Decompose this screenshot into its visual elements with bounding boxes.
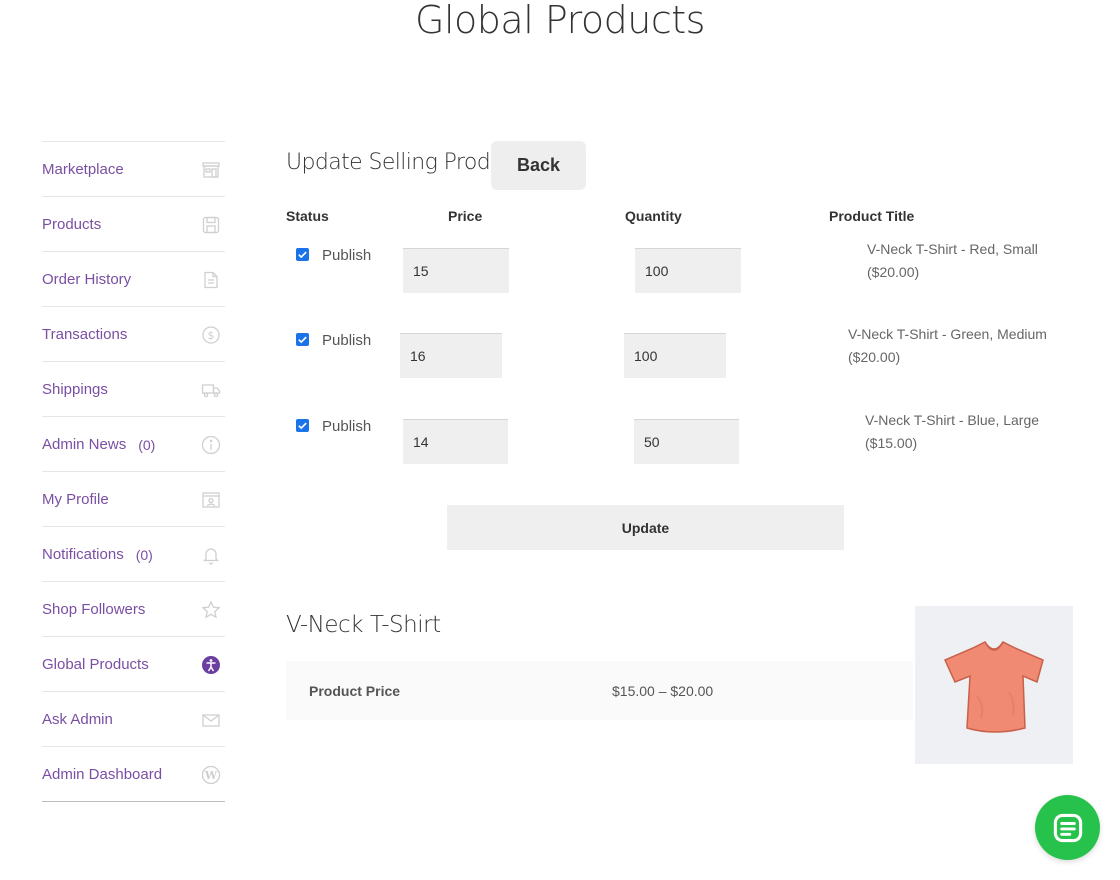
quantity-input[interactable] xyxy=(635,248,741,293)
checkmark-icon xyxy=(298,422,307,430)
sidebar-item-label: Global Products xyxy=(42,655,149,673)
product-price-value: $15.00 – $20.00 xyxy=(612,683,714,699)
form-title: Update Selling Product xyxy=(286,150,524,175)
column-header-product-title: Product Title xyxy=(829,208,915,224)
variant-name: V-Neck T-Shirt - Red, Small xyxy=(867,241,1038,257)
profile-card-icon xyxy=(201,490,221,510)
product-price-label: Product Price xyxy=(309,683,401,699)
sidebar-item-label: Order History xyxy=(42,270,132,288)
envelope-icon xyxy=(201,710,221,730)
sidebar-item-order-history[interactable]: Order History xyxy=(42,252,225,307)
sidebar-item-label: Admin News xyxy=(42,435,127,453)
price-input[interactable] xyxy=(400,333,502,378)
truck-icon xyxy=(201,380,221,400)
sidebar-item-label: Marketplace xyxy=(42,160,124,178)
account-sidebar: Marketplace Products Order History Trans… xyxy=(42,141,225,802)
quantity-input[interactable] xyxy=(624,333,726,378)
sidebar-item-label: My Profile xyxy=(42,490,109,508)
chat-button[interactable] xyxy=(1035,795,1100,860)
wordpress-icon: W xyxy=(201,765,221,785)
sidebar-item-marketplace[interactable]: Marketplace xyxy=(42,142,225,197)
info-icon xyxy=(201,435,221,455)
notifications-count: (0) xyxy=(135,547,153,563)
publish-checkbox[interactable] xyxy=(296,333,309,346)
product-price-row: Product Price $15.00 – $20.00 xyxy=(286,661,913,720)
admin-news-count: (0) xyxy=(138,437,156,453)
sidebar-item-ask-admin[interactable]: Ask Admin xyxy=(42,692,225,747)
variant-title: V-Neck T-Shirt - Green, Medium ($20.00) xyxy=(848,323,1048,369)
publish-checkbox[interactable] xyxy=(296,248,309,261)
checkmark-icon xyxy=(298,251,307,259)
variant-name: V-Neck T-Shirt - Blue, Large xyxy=(865,412,1040,428)
variant-price: ($20.00) xyxy=(867,264,920,280)
quantity-input[interactable] xyxy=(634,419,739,464)
variant-title: V-Neck T-Shirt - Blue, Large ($15.00) xyxy=(865,409,1065,455)
star-icon xyxy=(201,600,221,620)
checkmark-icon xyxy=(298,336,307,344)
publish-checkbox[interactable] xyxy=(296,419,309,432)
sidebar-item-label: Notifications xyxy=(42,545,124,563)
sidebar-item-notifications[interactable]: Notifications (0) xyxy=(42,527,225,582)
bell-icon xyxy=(201,545,221,565)
page-title: Global Products xyxy=(415,0,705,42)
column-header-quantity: Quantity xyxy=(625,208,682,224)
sidebar-item-admin-news[interactable]: Admin News (0) xyxy=(42,417,225,472)
variant-price: ($15.00) xyxy=(865,435,918,451)
sidebar-item-label: Products xyxy=(42,215,102,233)
column-header-price: Price xyxy=(448,208,483,224)
sidebar-item-label: Transactions xyxy=(42,325,128,343)
status-label: Publish xyxy=(322,247,372,264)
product-image[interactable] xyxy=(915,606,1073,764)
sidebar-item-shop-followers[interactable]: Shop Followers xyxy=(42,582,225,637)
price-input[interactable] xyxy=(403,248,509,293)
sidebar-item-label: Ask Admin xyxy=(42,710,113,728)
sidebar-item-label: Shippings xyxy=(42,380,108,398)
sidebar-item-my-profile[interactable]: My Profile xyxy=(42,472,225,527)
svg-text:W: W xyxy=(204,769,218,782)
floppy-icon xyxy=(201,215,221,235)
column-header-status: Status xyxy=(286,208,329,224)
back-button[interactable]: Back xyxy=(491,141,586,190)
variant-title: V-Neck T-Shirt - Red, Small ($20.00) xyxy=(867,238,1067,284)
tshirt-icon xyxy=(944,641,1044,733)
svg-text:$: $ xyxy=(208,329,215,342)
sidebar-item-transactions[interactable]: Transactions $ xyxy=(42,307,225,362)
chat-icon xyxy=(1053,813,1082,842)
status-label: Publish xyxy=(322,418,372,435)
product-name: V-Neck T-Shirt xyxy=(286,612,441,638)
sidebar-item-label: Admin Dashboard xyxy=(42,765,163,783)
sidebar-item-shippings[interactable]: Shippings xyxy=(42,362,225,417)
document-icon xyxy=(201,270,221,290)
update-button[interactable]: Update xyxy=(447,505,844,550)
accessibility-icon xyxy=(201,655,221,675)
sidebar-item-admin-dashboard[interactable]: Admin Dashboard W xyxy=(42,747,225,802)
sidebar-item-global-products[interactable]: Global Products xyxy=(42,637,225,692)
variant-price: ($20.00) xyxy=(848,349,901,365)
dollar-icon: $ xyxy=(201,325,221,345)
variant-name: V-Neck T-Shirt - Green, Medium xyxy=(848,326,1047,342)
storefront-icon xyxy=(201,160,221,180)
price-input[interactable] xyxy=(403,419,508,464)
sidebar-item-products[interactable]: Products xyxy=(42,197,225,252)
sidebar-item-label: Shop Followers xyxy=(42,600,146,618)
status-label: Publish xyxy=(322,332,372,349)
